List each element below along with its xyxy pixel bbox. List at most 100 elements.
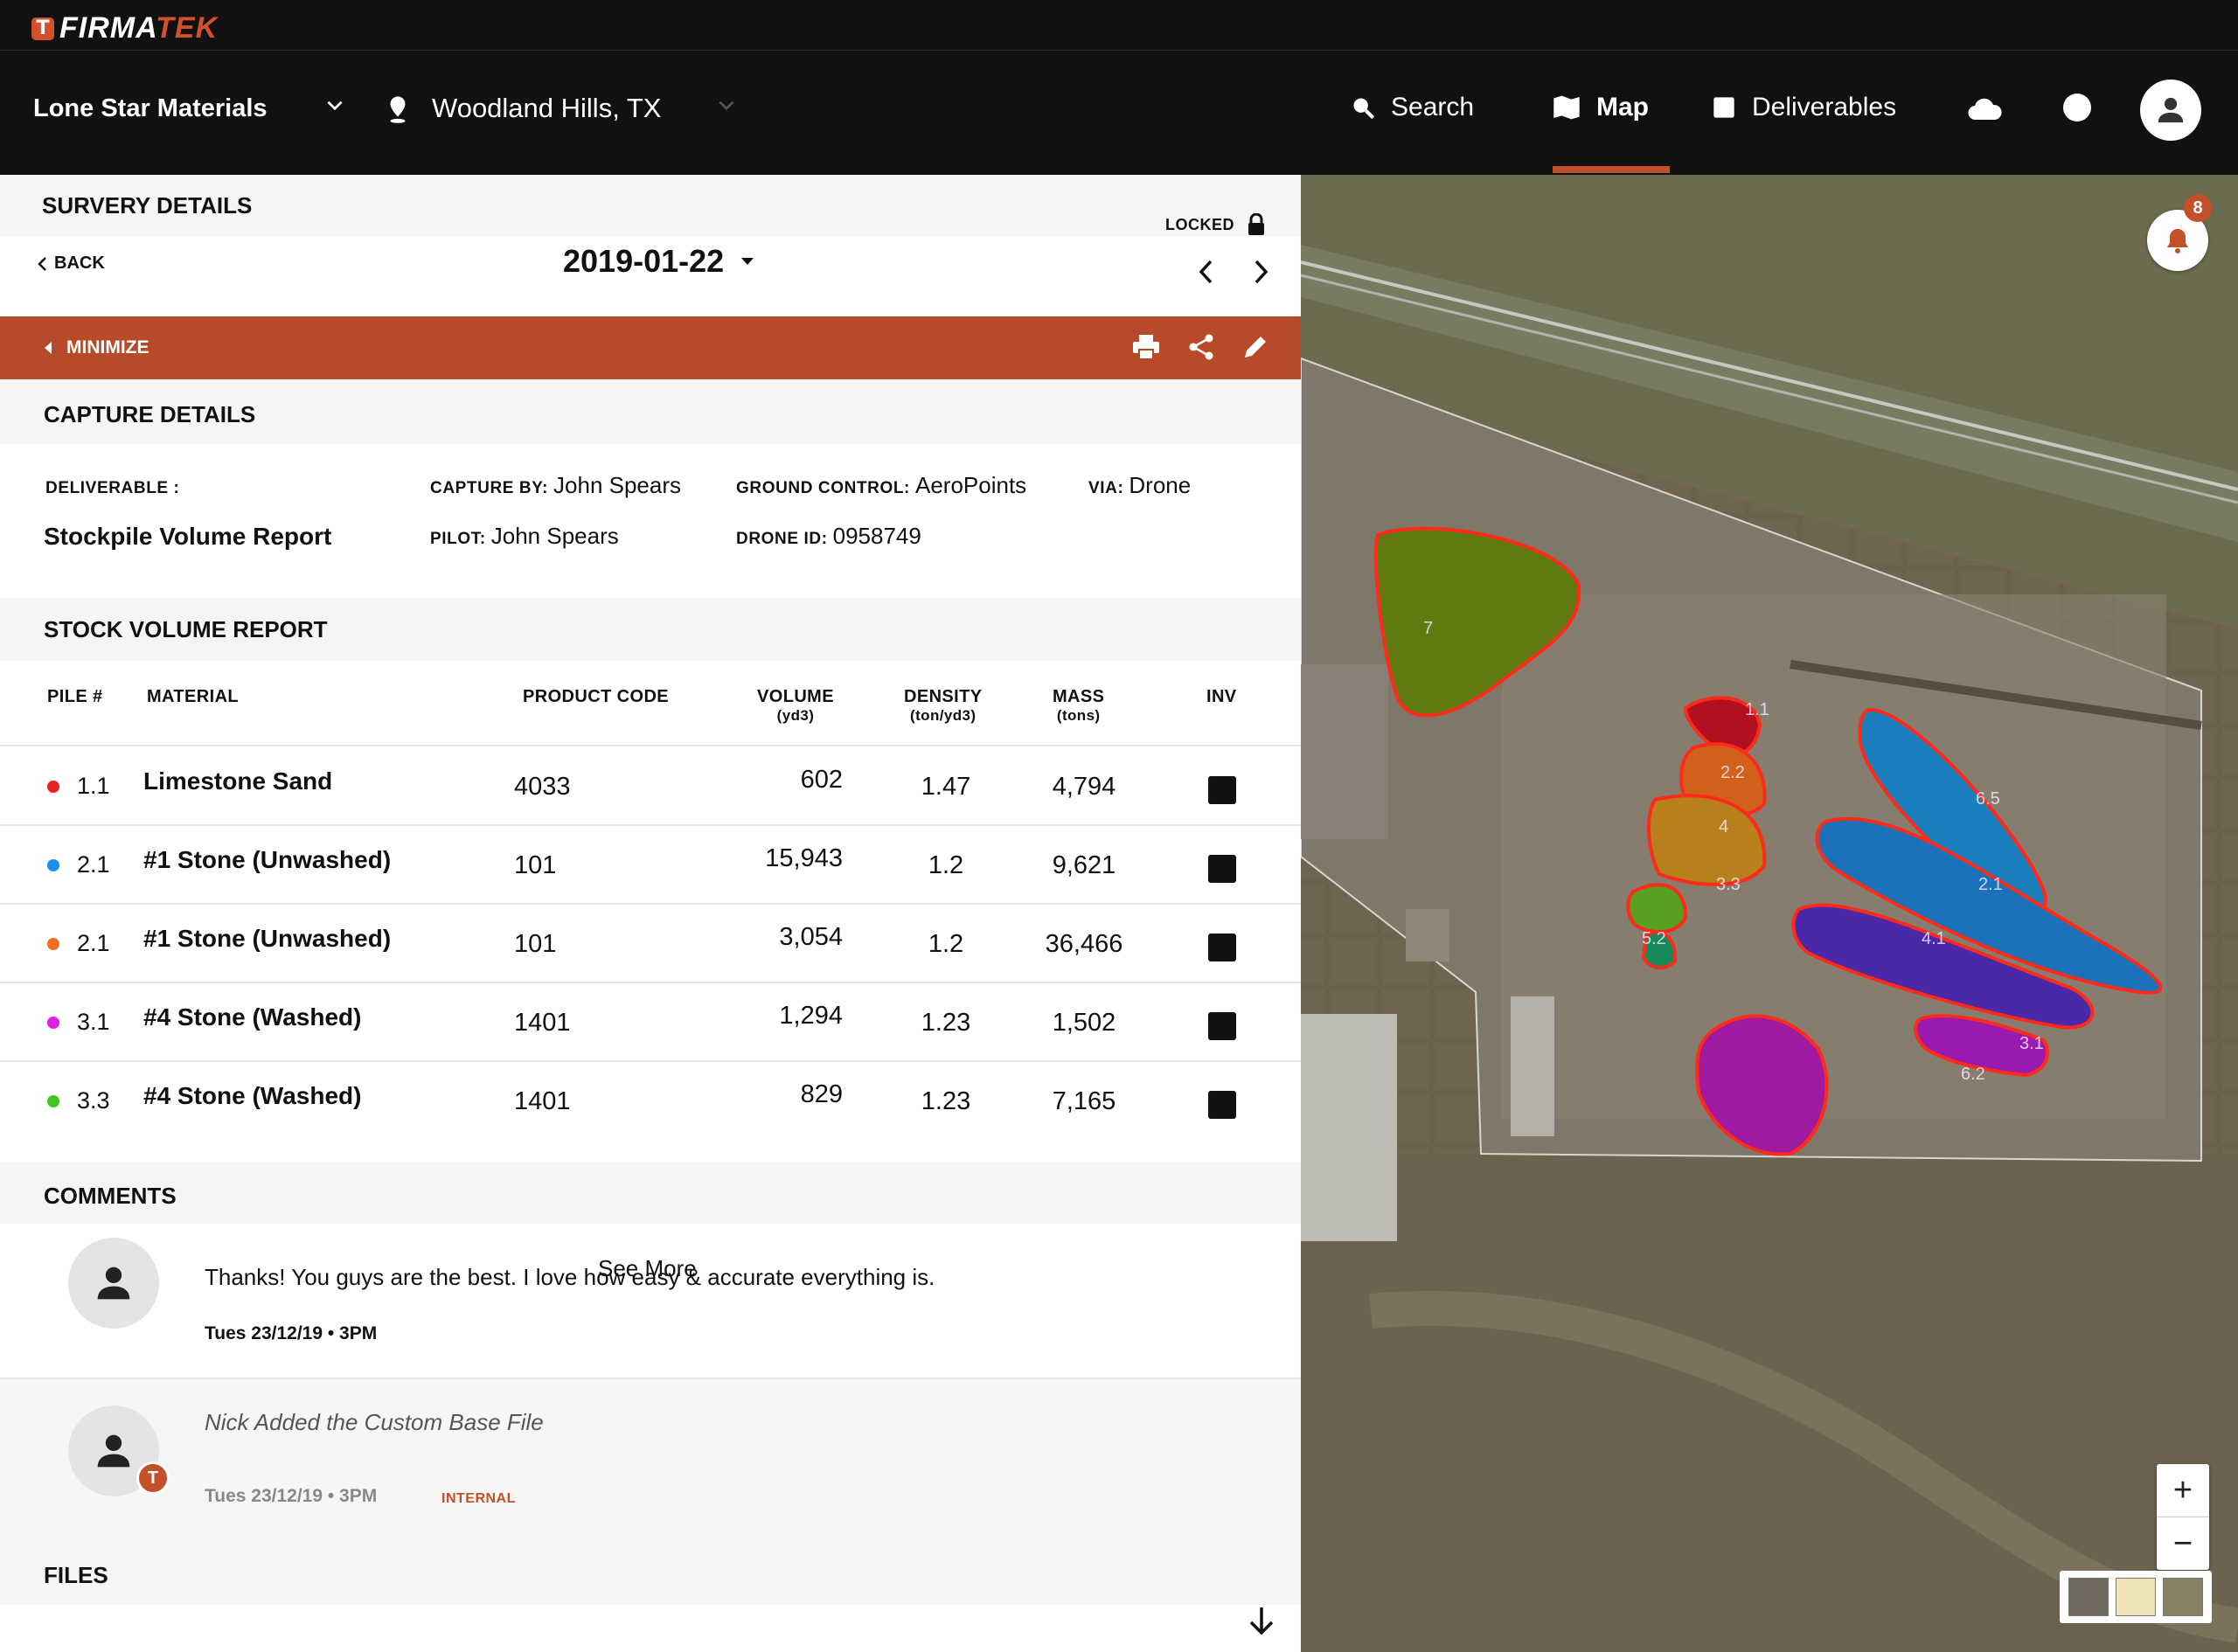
user-avatar[interactable] xyxy=(2140,80,2201,141)
site-map[interactable]: 7 1.1 2.2 4 3.3 5.2 6.5 2.1 4.1 6.2 3.1 + − xyxy=(1301,175,2238,1652)
drone-id-field: DRONE ID: 0958749 xyxy=(736,523,921,549)
table-row[interactable]: 1.1 Limestone Sand 4033 602 1.47 4,794 xyxy=(0,746,1301,825)
inventory-checkbox[interactable] xyxy=(1208,934,1236,961)
pile-label[interactable]: 7 xyxy=(1423,619,1433,638)
density-value: 1.2 xyxy=(928,930,964,958)
chevron-down-icon[interactable] xyxy=(323,94,346,117)
volume-value: 602 xyxy=(800,766,843,794)
deliverable-value: Stockpile Volume Report xyxy=(44,523,332,550)
nav-deliverables-label: Deliverables xyxy=(1752,93,1897,121)
mass-value: 36,466 xyxy=(1045,930,1123,958)
inventory-checkbox[interactable] xyxy=(1208,1012,1236,1040)
road-layer-thumb[interactable] xyxy=(2116,1578,2156,1616)
minimize-label: MINIMIZE xyxy=(66,337,149,357)
product-code: 4033 xyxy=(514,773,571,801)
product-code: 1401 xyxy=(514,1009,571,1037)
density-value: 1.47 xyxy=(921,773,971,801)
deliverables-icon xyxy=(1713,97,1734,118)
zoom-out-button[interactable]: − xyxy=(2157,1517,2209,1570)
nav-search[interactable]: Search xyxy=(1351,86,1474,129)
density-value: 1.23 xyxy=(921,1087,971,1115)
pile-label[interactable]: 3.3 xyxy=(1716,875,1741,894)
pile-label[interactable]: 2.2 xyxy=(1720,763,1745,782)
survey-details-title: SURVERY DETAILS xyxy=(42,192,253,219)
pile-label[interactable]: 4.1 xyxy=(1922,929,1946,948)
map-icon xyxy=(1553,95,1580,120)
col-volume: VOLUME (yd3) xyxy=(757,687,834,724)
panel-toolbar: MINIMIZE xyxy=(0,316,1301,379)
comment-avatar xyxy=(68,1238,159,1329)
survey-date-selector[interactable]: 2019-01-22 xyxy=(563,243,755,280)
basemap-switcher xyxy=(2060,1571,2212,1623)
pile-color-dot xyxy=(47,859,59,871)
volume-value: 1,294 xyxy=(779,1002,843,1030)
stock-volume-header: STOCK VOLUME REPORT xyxy=(0,598,1301,661)
chevron-down-icon[interactable] xyxy=(715,94,738,117)
mass-value: 9,621 xyxy=(1052,851,1116,879)
material-name: #1 Stone (Unwashed) xyxy=(143,846,392,873)
firmatek-logo[interactable]: T FIRMATEK xyxy=(31,11,218,45)
density-value: 1.23 xyxy=(921,1009,971,1037)
table-row[interactable]: 2.1 #1 Stone (Unwashed) 101 3,054 1.2 36,466 xyxy=(0,904,1301,982)
chevron-left-icon xyxy=(38,256,46,271)
next-date-icon[interactable] xyxy=(1252,259,1269,285)
search-icon xyxy=(1353,98,1375,120)
edit-icon[interactable] xyxy=(1242,334,1268,360)
table-row[interactable]: 2.1 #1 Stone (Unwashed) 101 15,943 1.2 9,621 xyxy=(0,825,1301,904)
col-product-code: PRODUCT CODE xyxy=(523,687,670,706)
pile-number: 1.1 xyxy=(77,773,110,799)
via-value: Drone xyxy=(1129,472,1192,498)
pile-color-dot xyxy=(47,1095,59,1107)
material-name: #4 Stone (Washed) xyxy=(143,1082,362,1109)
inventory-checkbox[interactable] xyxy=(1208,1091,1236,1119)
table-row[interactable]: 3.1 #4 Stone (Washed) 1401 1,294 1.23 1,502 xyxy=(0,982,1301,1061)
cloud-icon[interactable] xyxy=(1967,97,2004,121)
comments-header: COMMENTS xyxy=(0,1163,1301,1224)
product-code: 1401 xyxy=(514,1087,571,1115)
ground-control-value: AeroPoints xyxy=(914,472,1027,498)
pilot-value: John Spears xyxy=(490,523,619,549)
locked-indicator: LOCKED xyxy=(1165,194,1266,255)
nav-deliverables[interactable]: Deliverables xyxy=(1712,86,1896,129)
deliverable-label: DELIVERABLE : xyxy=(45,479,180,497)
pile-label[interactable]: 6.2 xyxy=(1961,1065,1985,1084)
share-icon[interactable] xyxy=(1188,334,1214,360)
product-code: 101 xyxy=(514,851,557,879)
nav-search-label: Search xyxy=(1391,93,1475,121)
status-icon[interactable] xyxy=(2063,94,2091,121)
pile-number: 3.3 xyxy=(77,1087,110,1114)
pile-label[interactable]: 1.1 xyxy=(1745,700,1769,719)
arrow-down-icon[interactable] xyxy=(1247,1605,1276,1636)
zoom-in-button[interactable]: + xyxy=(2157,1464,2209,1517)
pile-number: 2.1 xyxy=(77,851,110,878)
satellite-layer-thumb[interactable] xyxy=(2068,1578,2109,1616)
pile-color-dot xyxy=(47,938,59,950)
table-row[interactable]: 3.3 #4 Stone (Washed) 1401 829 1.23 7,165 xyxy=(0,1061,1301,1140)
pile-label[interactable]: 2.1 xyxy=(1978,875,2003,894)
print-icon[interactable] xyxy=(1132,334,1160,360)
pile-label[interactable]: 4 xyxy=(1719,817,1728,836)
hybrid-layer-thumb[interactable] xyxy=(2163,1578,2203,1616)
previous-date-icon[interactable] xyxy=(1198,259,1215,285)
back-button[interactable]: BACK xyxy=(37,253,105,274)
pile-label[interactable]: 3.1 xyxy=(2019,1034,2044,1053)
company-selector[interactable]: Lone Star Materials xyxy=(33,94,268,123)
location-selector[interactable]: Woodland Hills, TX xyxy=(432,93,661,124)
nav-map-label: Map xyxy=(1596,93,1649,121)
pile-label[interactable]: 5.2 xyxy=(1642,929,1666,948)
survey-details-panel: SURVERY DETAILS LOCKED BACK 2019-01-22 M… xyxy=(0,175,1301,1652)
comment-activity-row xyxy=(0,1378,1301,1544)
minimize-button[interactable]: MINIMIZE xyxy=(44,337,149,358)
material-name: #1 Stone (Unwashed) xyxy=(143,925,392,952)
comment-text: Thanks! You guys are the best. I love ho… xyxy=(205,1264,935,1290)
nav-map[interactable]: Map xyxy=(1553,86,1649,129)
capture-by-value: John Spears xyxy=(553,472,682,498)
user-icon xyxy=(97,1434,130,1468)
date-pager xyxy=(1198,259,1269,285)
inventory-checkbox[interactable] xyxy=(1208,776,1236,804)
col-mass: MASS (tons) xyxy=(1053,687,1105,724)
pile-color-dot xyxy=(47,1017,59,1029)
inventory-checkbox[interactable] xyxy=(1208,855,1236,883)
pilot-field: PILOT: John Spears xyxy=(430,523,619,549)
pile-label[interactable]: 6.5 xyxy=(1976,789,2000,809)
